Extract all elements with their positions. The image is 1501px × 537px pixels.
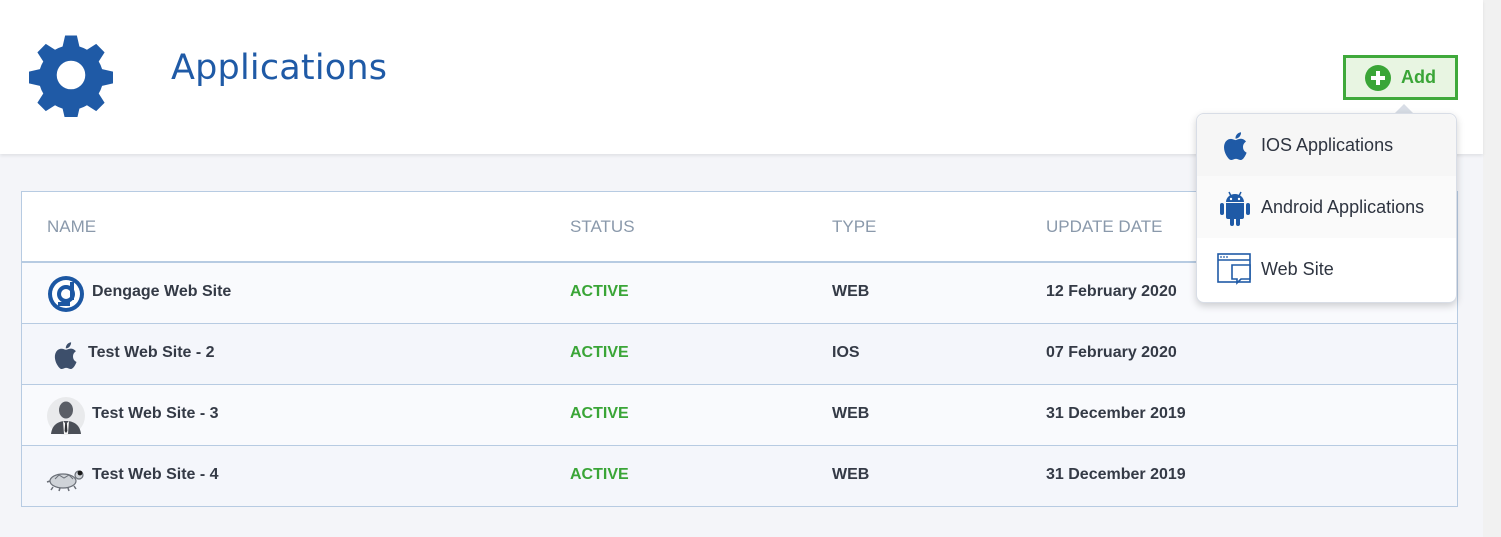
row-name[interactable]: Test Web Site - 4 <box>92 466 219 484</box>
gear-icon <box>29 35 113 117</box>
row-update-date: 12 February 2020 <box>1046 283 1177 300</box>
row-name[interactable]: Test Web Site - 2 <box>88 344 215 362</box>
dengage-logo-icon <box>48 276 84 312</box>
row-status: ACTIVE <box>570 466 629 483</box>
menu-item-label: IOS Applications <box>1261 134 1394 155</box>
column-header-status[interactable]: STATUS <box>570 217 635 237</box>
apple-icon <box>54 342 77 370</box>
turtle-icon <box>46 470 84 492</box>
row-update-date: 07 February 2020 <box>1046 344 1177 361</box>
menu-item-web-site[interactable]: Web Site <box>1197 238 1456 300</box>
row-name[interactable]: Dengage Web Site <box>92 283 231 301</box>
plus-circle-icon <box>1365 64 1391 91</box>
web-window-icon <box>1217 253 1251 285</box>
table-row[interactable]: Test Web Site - 4 ACTIVE WEB 31 December… <box>22 446 1457 506</box>
row-status: ACTIVE <box>570 405 629 422</box>
row-name[interactable]: Test Web Site - 3 <box>92 405 219 423</box>
row-type: IOS <box>832 344 860 361</box>
row-type: WEB <box>832 466 870 483</box>
row-status: ACTIVE <box>570 344 629 361</box>
add-button[interactable]: Add <box>1343 55 1458 100</box>
add-button-label: Add <box>1401 67 1436 87</box>
table-row[interactable]: Test Web Site - 3 ACTIVE WEB 31 December… <box>22 385 1457 446</box>
person-avatar-icon <box>47 397 85 435</box>
menu-item-android-applications[interactable]: Android Applications <box>1197 176 1456 238</box>
add-dropdown-menu: IOS Applications Android Applications We… <box>1196 113 1457 303</box>
column-header-type[interactable]: TYPE <box>832 217 876 237</box>
row-update-date: 31 December 2019 <box>1046 466 1186 483</box>
row-type: WEB <box>832 405 870 422</box>
row-update-date: 31 December 2019 <box>1046 405 1186 422</box>
apple-icon <box>1224 132 1247 161</box>
menu-item-label: Android Applications <box>1261 196 1425 217</box>
android-icon <box>1220 191 1250 226</box>
menu-item-ios-applications[interactable]: IOS Applications <box>1197 114 1456 176</box>
menu-item-label: Web Site <box>1261 258 1334 279</box>
row-status: ACTIVE <box>570 283 629 300</box>
table-row[interactable]: Test Web Site - 2 ACTIVE IOS 07 February… <box>22 324 1457 385</box>
column-header-update-date[interactable]: UPDATE DATE <box>1046 217 1163 237</box>
row-type: WEB <box>832 283 870 300</box>
column-header-name[interactable]: NAME <box>47 217 96 237</box>
vertical-scrollbar[interactable] <box>1483 0 1501 537</box>
page-title: Applications <box>171 48 388 88</box>
